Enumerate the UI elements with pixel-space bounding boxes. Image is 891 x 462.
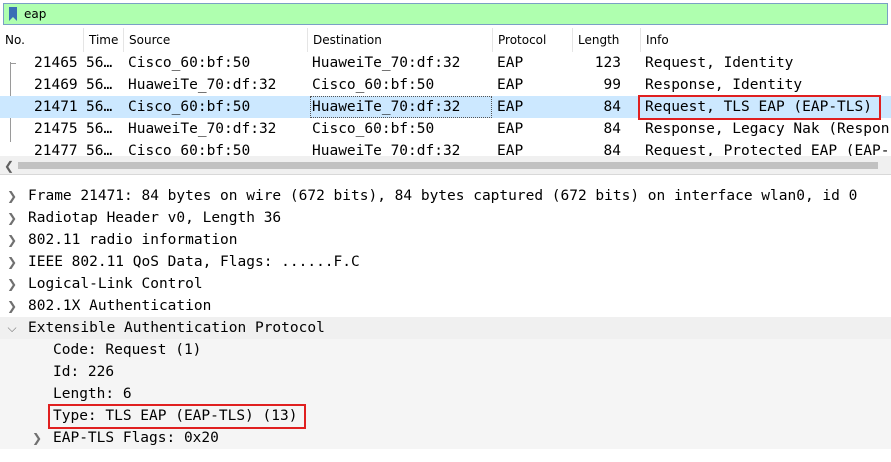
tree-item-label: 802.11 radio information bbox=[28, 232, 238, 248]
packet-protocol: EAP bbox=[497, 143, 524, 156]
tree-item-label: Logical-Link Control bbox=[28, 276, 203, 292]
column-header-time[interactable]: Time bbox=[84, 28, 124, 52]
scrollbar-thumb[interactable] bbox=[18, 162, 878, 169]
packet-row[interactable]: 21477 56… Cisco_60:bf:50 HuaweiTe_70:df:… bbox=[0, 140, 891, 156]
tree-item-radio-info[interactable]: ❯ 802.11 radio information bbox=[0, 229, 891, 251]
tree-item-80211[interactable]: ❯ IEEE 802.11 QoS Data, Flags: ......F.C bbox=[0, 251, 891, 273]
packet-row[interactable]: 21465 56… Cisco_60:bf:50 HuaweiTe_70:df:… bbox=[0, 52, 891, 74]
column-header-no[interactable]: No. bbox=[0, 28, 84, 52]
chevron-right-icon[interactable]: ❯ bbox=[5, 207, 19, 229]
tree-subitem-label: Id: 226 bbox=[53, 364, 115, 380]
column-header-info[interactable]: Info bbox=[641, 28, 891, 52]
packet-row[interactable]: 21469 56… HuaweiTe_70:df:32 Cisco_60:bf:… bbox=[0, 74, 891, 96]
tree-subitem-eap-tls-flags[interactable]: ❯ EAP-TLS Flags: 0x20 bbox=[0, 427, 891, 449]
packet-length: 84 bbox=[603, 99, 621, 115]
packet-time: 56… bbox=[86, 77, 113, 93]
packet-source: Cisco_60:bf:50 bbox=[128, 99, 251, 115]
packet-protocol: EAP bbox=[497, 77, 524, 93]
tree-item-label: IEEE 802.11 QoS Data, Flags: ......F.C bbox=[28, 254, 360, 270]
bookmark-icon[interactable] bbox=[6, 6, 20, 22]
filter-text: eap bbox=[24, 7, 47, 21]
packet-no: 21469 bbox=[34, 77, 78, 93]
packet-length: 84 bbox=[603, 143, 621, 156]
column-header-destination[interactable]: Destination bbox=[308, 28, 493, 52]
packet-source: HuaweiTe_70:df:32 bbox=[128, 77, 277, 93]
type-highlight-box bbox=[48, 404, 306, 429]
packet-time: 56… bbox=[86, 99, 113, 115]
packet-destination: HuaweiTe_70:df:32 bbox=[312, 143, 461, 156]
packet-destination: HuaweiTe_70:df:32 bbox=[312, 55, 461, 71]
column-header-length[interactable]: Length bbox=[573, 28, 641, 52]
packet-protocol: EAP bbox=[497, 99, 524, 115]
horizontal-scrollbar[interactable]: ❮ bbox=[0, 156, 891, 174]
tree-item-llc[interactable]: ❯ Logical-Link Control bbox=[0, 273, 891, 295]
display-filter-input[interactable]: eap bbox=[3, 3, 888, 25]
packet-info: Request, Protected EAP (EAP- bbox=[645, 143, 890, 156]
tree-item-radiotap[interactable]: ❯ Radiotap Header v0, Length 36 bbox=[0, 207, 891, 229]
tree-item-label: 802.1X Authentication bbox=[28, 298, 212, 314]
tree-item-label: Frame 21471: 84 bytes on wire (672 bits)… bbox=[28, 188, 858, 204]
tree-subitem-length[interactable]: Length: 6 bbox=[0, 383, 891, 405]
tree-item-8021x[interactable]: ❯ 802.1X Authentication bbox=[0, 295, 891, 317]
packet-details-tree: ❯ Frame 21471: 84 bytes on wire (672 bit… bbox=[0, 182, 891, 462]
tree-item-label: Extensible Authentication Protocol bbox=[28, 320, 325, 336]
packet-source: HuaweiTe_70:df:32 bbox=[128, 121, 277, 137]
packet-source: Cisco_60:bf:50 bbox=[128, 143, 251, 156]
packet-no: 21465 bbox=[34, 55, 78, 71]
display-filter-bar: eap bbox=[0, 0, 891, 28]
packet-info: Response, Identity bbox=[645, 77, 803, 93]
packet-no: 21475 bbox=[34, 121, 78, 137]
chevron-right-icon[interactable]: ❯ bbox=[5, 273, 19, 295]
packet-time: 56… bbox=[86, 55, 113, 71]
info-highlight-box bbox=[638, 95, 881, 120]
packet-row[interactable]: 21475 56… HuaweiTe_70:df:32 Cisco_60:bf:… bbox=[0, 118, 891, 140]
tree-subitem-label: EAP-TLS Flags: 0x20 bbox=[53, 430, 219, 446]
chevron-right-icon[interactable]: ❯ bbox=[5, 251, 19, 273]
packet-length: 123 bbox=[594, 55, 621, 71]
chevron-right-icon[interactable]: ❯ bbox=[5, 295, 19, 317]
packet-length: 84 bbox=[603, 121, 621, 137]
tree-subitem-label: Length: 6 bbox=[53, 386, 132, 402]
chevron-right-icon[interactable]: ❯ bbox=[5, 229, 19, 251]
packet-no: 21471 bbox=[34, 99, 78, 115]
tree-subitem-id[interactable]: Id: 226 bbox=[0, 361, 891, 383]
column-header-source[interactable]: Source bbox=[124, 28, 308, 52]
tree-item-eap[interactable]: ⌵ Extensible Authentication Protocol bbox=[0, 317, 891, 339]
packet-source: Cisco_60:bf:50 bbox=[128, 55, 251, 71]
packet-protocol: EAP bbox=[497, 55, 524, 71]
packet-destination: Cisco_60:bf:50 bbox=[312, 121, 435, 137]
packet-no: 21477 bbox=[34, 143, 78, 156]
packet-info: Request, Identity bbox=[645, 55, 794, 71]
scroll-left-arrow-icon[interactable]: ❮ bbox=[4, 159, 14, 173]
packet-length: 99 bbox=[603, 77, 621, 93]
tree-subitem-code[interactable]: Code: Request (1) bbox=[0, 339, 891, 361]
packet-info: Response, Legacy Nak (Respon bbox=[645, 121, 890, 137]
tree-item-frame[interactable]: ❯ Frame 21471: 84 bytes on wire (672 bit… bbox=[0, 185, 891, 207]
packet-list: No. Time Source Destination Protocol Len… bbox=[0, 28, 891, 156]
pane-splitter[interactable] bbox=[0, 174, 891, 182]
packet-time: 56… bbox=[86, 143, 113, 156]
packet-time: 56… bbox=[86, 121, 113, 137]
packet-protocol: EAP bbox=[497, 121, 524, 137]
chevron-right-icon[interactable]: ❯ bbox=[5, 185, 19, 207]
packet-destination: Cisco_60:bf:50 bbox=[312, 77, 435, 93]
column-header-protocol[interactable]: Protocol bbox=[493, 28, 573, 52]
packet-destination-focused: HuaweiTe_70:df:32 bbox=[310, 96, 492, 118]
tree-subitem-label: Code: Request (1) bbox=[53, 342, 202, 358]
tree-item-label: Radiotap Header v0, Length 36 bbox=[28, 210, 282, 226]
chevron-right-icon[interactable]: ❯ bbox=[30, 427, 44, 449]
chevron-down-icon[interactable]: ⌵ bbox=[5, 317, 19, 339]
